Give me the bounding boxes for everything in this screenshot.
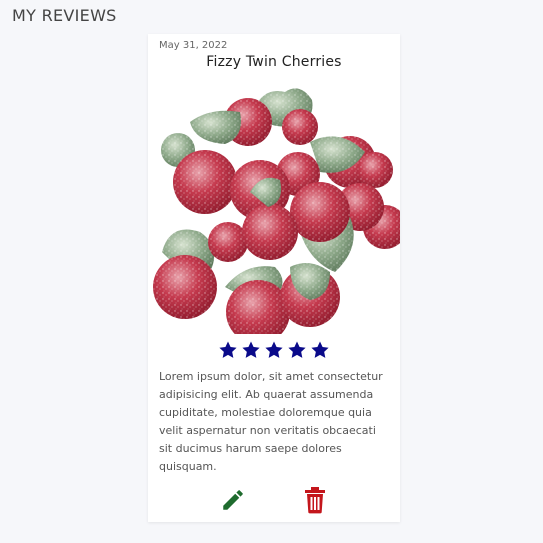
- star-icon: [265, 341, 283, 358]
- star-icon: [288, 341, 306, 358]
- page-heading: MY REVIEWS: [12, 6, 117, 25]
- review-title: Fizzy Twin Cherries: [206, 54, 342, 70]
- candy-illustration: [150, 82, 400, 334]
- star-icon: [311, 341, 329, 358]
- review-date: May 31, 2022: [159, 40, 228, 51]
- trash-icon: [305, 487, 325, 514]
- review-body: Lorem ipsum dolor, sit amet consectetur …: [159, 370, 383, 473]
- pencil-icon: [223, 489, 243, 510]
- review-actions: [148, 486, 400, 516]
- star-icon: [242, 341, 260, 358]
- product-image: [150, 82, 400, 334]
- edit-review-button[interactable]: [218, 486, 248, 516]
- star-icon: [219, 341, 237, 358]
- review-card: May 31, 2022 Fizzy Twin Cherries Lorem i…: [148, 34, 400, 522]
- delete-review-button[interactable]: [300, 486, 330, 516]
- star-rating: [148, 340, 400, 360]
